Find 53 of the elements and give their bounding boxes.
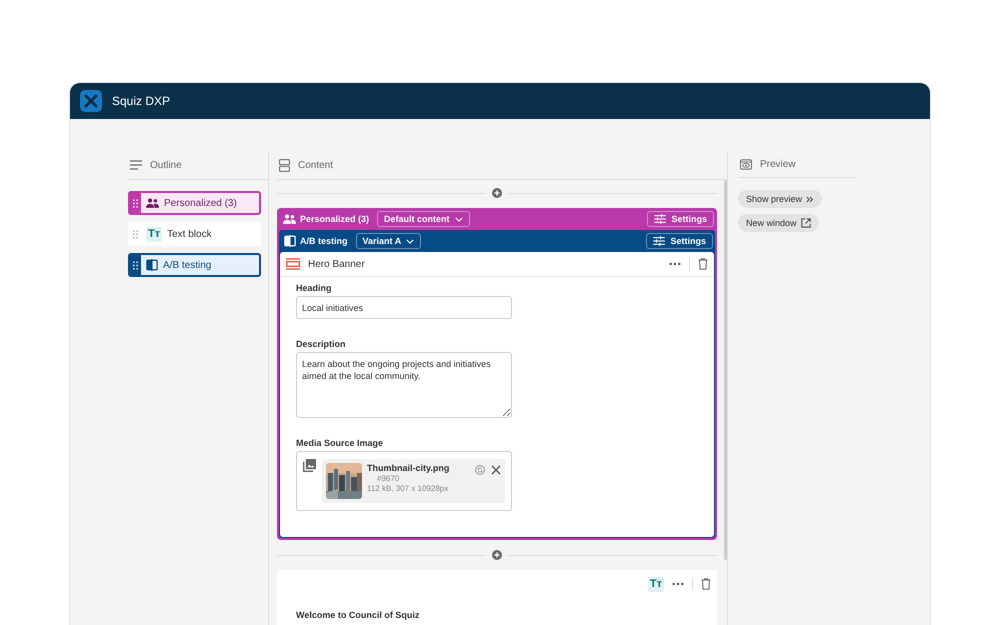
split-screen-icon [284, 235, 296, 247]
double-chevron-icon [806, 196, 814, 202]
personalized-label: Personalized (3) [283, 214, 370, 224]
external-link-icon [800, 218, 811, 228]
more-icon[interactable] [672, 582, 684, 586]
ab-testing-label: A/B testing [284, 235, 348, 247]
outline-item[interactable]: A/B testing [128, 253, 261, 277]
text-type-icon: Tᴛ [648, 576, 664, 592]
eye-icon [740, 158, 752, 170]
sync-icon[interactable] [475, 465, 485, 475]
variant-dropdown[interactable]: Variant A [356, 233, 422, 249]
text-heading: Welcome to Council of Squiz [295, 609, 420, 620]
media-field[interactable]: Thumbnail-city.png #9670 112 kB, 307 x 10928px [296, 451, 512, 511]
people-icon [146, 198, 159, 208]
chevron-down-icon [454, 216, 463, 222]
field-label: Heading [296, 283, 333, 293]
outline-heading: Outline [150, 160, 182, 170]
file-id: #9670 [376, 474, 400, 483]
preview-button[interactable]: New window [738, 214, 819, 232]
preview-button[interactable]: Show preview [738, 190, 822, 208]
settings-button[interactable]: Settings [646, 233, 713, 249]
description-textarea[interactable]: Learn about the ongoing projects and initiatives aimed at the local community. [296, 352, 512, 418]
field-label: Media Source Image [296, 438, 384, 448]
component-title: Hero Banner [308, 258, 365, 270]
drag-handle-icon[interactable] [133, 260, 138, 270]
variant-dropdown[interactable]: Default content [377, 211, 470, 227]
file-details: 112 kB, 307 x 10928px [367, 484, 450, 493]
window-title: Squiz DXP [112, 94, 170, 108]
people-icon [283, 214, 296, 224]
sliders-icon [653, 236, 666, 246]
text-type-icon: Tᴛ [146, 226, 162, 242]
preview-heading: Preview [760, 158, 796, 170]
outline-item[interactable]: Tᴛ Text block [128, 222, 261, 246]
trash-icon[interactable] [701, 578, 711, 590]
close-icon[interactable] [491, 465, 501, 475]
heading-input[interactable]: Local initiatives [296, 296, 512, 319]
drag-handle-icon[interactable] [133, 230, 138, 238]
field-label: Description [296, 339, 347, 349]
sliders-icon [654, 214, 666, 224]
chevron-down-icon [406, 238, 414, 244]
drag-handle-icon[interactable] [133, 198, 138, 208]
image-icon [303, 459, 316, 472]
banner-icon [286, 258, 300, 270]
split-screen-icon [146, 259, 158, 271]
logo-icon [80, 90, 102, 112]
layout-icon [279, 158, 290, 172]
settings-button[interactable]: Settings [647, 211, 714, 227]
trash-icon[interactable] [698, 258, 708, 270]
file-name: Thumbnail-city.png [367, 463, 450, 473]
more-icon[interactable] [669, 262, 681, 266]
content-heading: Content [298, 160, 334, 170]
menu-icon [130, 160, 142, 170]
outline-item[interactable]: Personalized (3) [128, 191, 261, 215]
